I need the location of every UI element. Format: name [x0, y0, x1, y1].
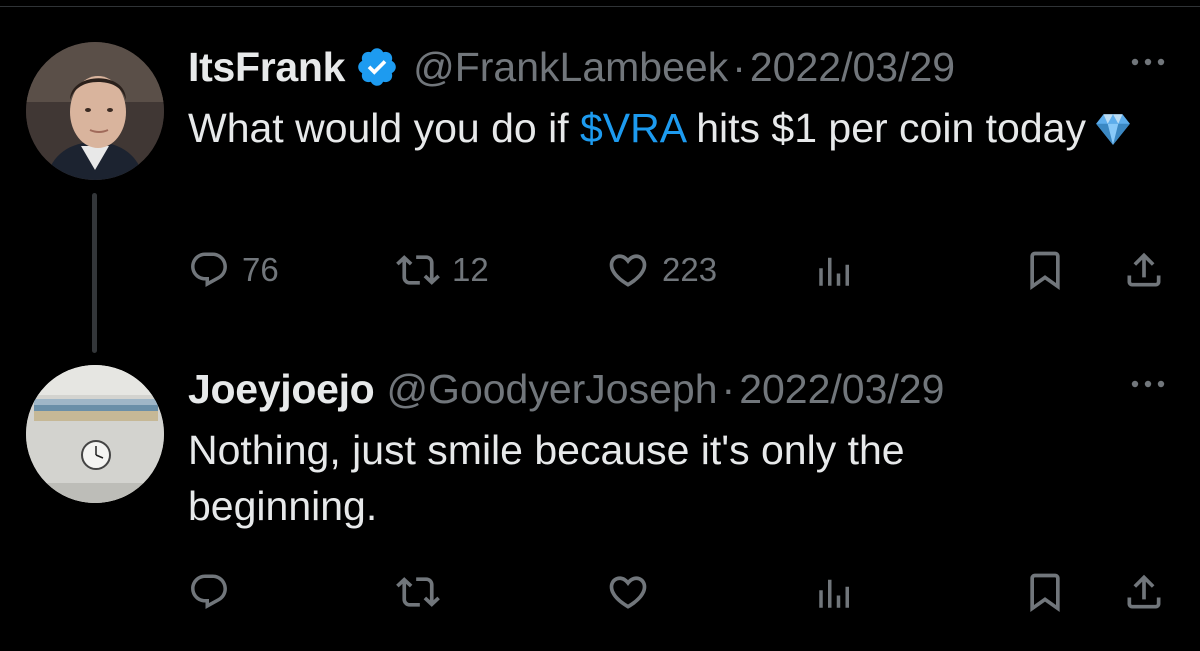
like-button[interactable]: 223: [606, 242, 717, 298]
thread-connector: [92, 193, 97, 353]
like-icon: [609, 254, 647, 287]
tweet-date[interactable]: 2022/03/29: [739, 366, 944, 413]
reply-icon: [191, 574, 227, 609]
views-button[interactable]: [814, 242, 856, 298]
display-name[interactable]: ItsFrank: [188, 44, 345, 91]
like-icon: [609, 576, 647, 609]
tweet-text: Nothing, just smile because it's only th…: [188, 427, 905, 529]
views-icon: [819, 257, 849, 286]
tweet-date[interactable]: 2022/03/29: [750, 44, 955, 91]
separator-dot: ·: [732, 43, 746, 90]
avatar[interactable]: [26, 42, 164, 180]
more-icon[interactable]: [1126, 52, 1170, 72]
share-button[interactable]: [1122, 242, 1166, 298]
more-icon[interactable]: [1126, 374, 1170, 394]
bookmark-button[interactable]: [1023, 242, 1067, 298]
verified-badge-icon: [358, 48, 396, 86]
tweet-actions: 76 12 223: [188, 242, 1188, 298]
avatar[interactable]: [26, 365, 164, 503]
like-button[interactable]: [606, 564, 650, 620]
retweet-button[interactable]: 12: [396, 242, 489, 298]
avatar-photo-wall-clock: [26, 365, 164, 503]
tweet-text-part: hits $1 per coin today: [684, 105, 1086, 151]
retweet-icon: [396, 577, 440, 607]
tweet-text: What would you do if $VRA hits $1 per co…: [188, 100, 1148, 156]
tweet-text-part: What would you do if: [188, 105, 580, 151]
reply-button[interactable]: [188, 564, 230, 620]
bookmark-icon: [1030, 251, 1060, 291]
cashtag-link[interactable]: $VRA: [580, 105, 685, 151]
share-icon: [1127, 574, 1161, 609]
reply-count: 76: [242, 251, 279, 288]
divider: [0, 6, 1200, 7]
like-count: 223: [662, 251, 718, 288]
tweet-thread: ItsFrank @FrankLambeek · 2022/03/29 What…: [0, 0, 1200, 651]
share-button[interactable]: [1122, 564, 1166, 620]
views-icon: [819, 579, 849, 608]
tweet-header: ItsFrank @FrankLambeek · 2022/03/29: [188, 38, 1178, 96]
retweet-button[interactable]: [396, 564, 440, 620]
views-button[interactable]: [814, 564, 856, 620]
user-handle[interactable]: @GoodyerJoseph: [386, 366, 717, 413]
tweet-actions: [188, 564, 1188, 620]
reply-icon: [191, 252, 227, 287]
reply-button[interactable]: 76: [188, 242, 279, 298]
user-handle[interactable]: @FrankLambeek: [413, 44, 728, 91]
bookmark-button[interactable]: [1023, 564, 1067, 620]
retweet-count: 12: [452, 251, 489, 288]
bookmark-icon: [1030, 573, 1060, 613]
gem-stone-icon: [1096, 114, 1130, 145]
retweet-icon: [396, 255, 440, 285]
tweet-header: Joeyjoejo @GoodyerJoseph · 2022/03/29: [188, 360, 1178, 418]
avatar-photo-man: [26, 42, 164, 180]
display-name[interactable]: Joeyjoejo: [188, 366, 375, 413]
tweet[interactable]: Joeyjoejo @GoodyerJoseph · 2022/03/29 No…: [188, 360, 1178, 613]
share-icon: [1127, 252, 1161, 287]
separator-dot: ·: [721, 365, 736, 412]
tweet[interactable]: ItsFrank @FrankLambeek · 2022/03/29 What…: [188, 38, 1178, 291]
